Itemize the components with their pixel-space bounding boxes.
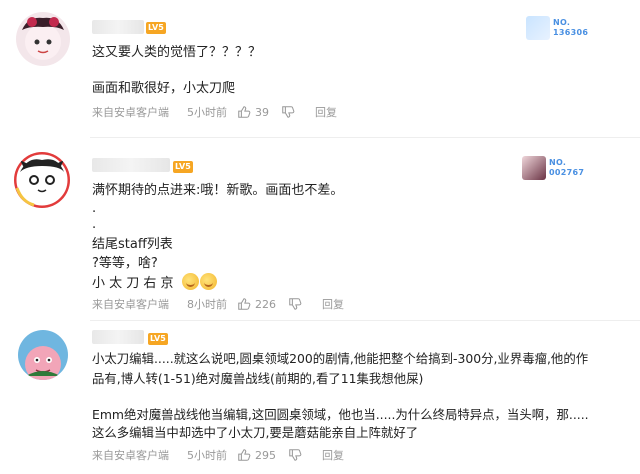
comment-text: 满怀期待的点进来:哦！新歌。画面也不差。 xyxy=(92,183,344,198)
comment-text: 这么多编辑当中却选中了小太刀,要是蘑菇能亲自上阵就好了 xyxy=(92,425,419,440)
comment-text: ?等等，啥? xyxy=(92,256,158,271)
dislike-icon[interactable] xyxy=(288,297,302,311)
dislike-icon[interactable] xyxy=(288,448,302,462)
fan-medal[interactable]: NO. 136306 xyxy=(526,16,588,40)
medal-number: 002767 xyxy=(549,168,585,177)
source-label: 来自安卓客户端 xyxy=(92,449,169,462)
comment-meta: 来自安卓客户端 8小时前 226 回复 xyxy=(92,296,344,312)
laughing-emoji-icon xyxy=(199,273,217,290)
comment-text: 结尾staff列表 xyxy=(92,237,173,252)
like-count: 226 xyxy=(255,297,276,311)
level-badge: LV5 xyxy=(146,22,166,34)
level-badge: LV5 xyxy=(173,161,193,173)
comment-text: . xyxy=(92,217,97,232)
medal-number: 136306 xyxy=(553,28,589,37)
reply-button[interactable]: 回复 xyxy=(322,447,344,463)
level-badge: LV5 xyxy=(148,333,168,345)
avatar[interactable] xyxy=(18,330,68,380)
username-blurred[interactable] xyxy=(92,158,170,172)
avatar[interactable] xyxy=(16,12,70,66)
fan-medal[interactable]: NO. 002767 xyxy=(522,156,584,180)
medal-avatar-icon xyxy=(526,16,550,40)
comment-text: 小 太 刀 右 京 xyxy=(92,273,218,293)
comment-text: Emm绝对魔兽战线他当编辑,这回圆桌领域，他也当.....为什么终局特异点，当头… xyxy=(92,407,589,422)
timestamp: 5小时前 xyxy=(187,449,227,462)
medal-label: NO. xyxy=(553,18,571,27)
divider xyxy=(90,137,640,138)
like-count: 295 xyxy=(255,448,276,462)
dislike-icon[interactable] xyxy=(281,105,295,119)
comment-text: 品有,博人转(1-51)绝对魔兽战线(前期的,看了11集我想他屎) xyxy=(92,371,424,386)
like-icon[interactable] xyxy=(237,105,251,119)
like-count: 39 xyxy=(255,105,269,119)
reply-button[interactable]: 回复 xyxy=(315,104,337,120)
username-blurred[interactable] xyxy=(92,20,144,34)
timestamp: 8小时前 xyxy=(187,298,227,311)
like-icon[interactable] xyxy=(237,448,251,462)
comment-meta: 来自安卓客户端 5小时前 39 回复 xyxy=(92,104,337,120)
comment-text-line: 小 太 刀 右 京 xyxy=(92,276,174,291)
source-label: 来自安卓客户端 xyxy=(92,106,169,119)
comment-meta: 来自安卓客户端 5小时前 295 回复 xyxy=(92,447,344,463)
username-blurred[interactable] xyxy=(92,330,144,344)
medal-avatar-icon xyxy=(522,156,546,180)
comment-text: 小太刀编辑.....就这么说吧,圆桌领域200的剧情,他能把整个给搞到-300分… xyxy=(92,351,589,366)
reply-button[interactable]: 回复 xyxy=(322,296,344,312)
comment-text: 画面和歌很好，小太刀爬 xyxy=(92,81,236,96)
laughing-emoji-icon xyxy=(181,273,199,290)
divider xyxy=(90,320,640,321)
avatar[interactable] xyxy=(14,152,70,208)
medal-label: NO. xyxy=(549,158,567,167)
comment-text: 这又要人类的觉悟了？？？？ xyxy=(92,45,262,60)
like-icon[interactable] xyxy=(237,297,251,311)
source-label: 来自安卓客户端 xyxy=(92,298,169,311)
timestamp: 5小时前 xyxy=(187,106,227,119)
